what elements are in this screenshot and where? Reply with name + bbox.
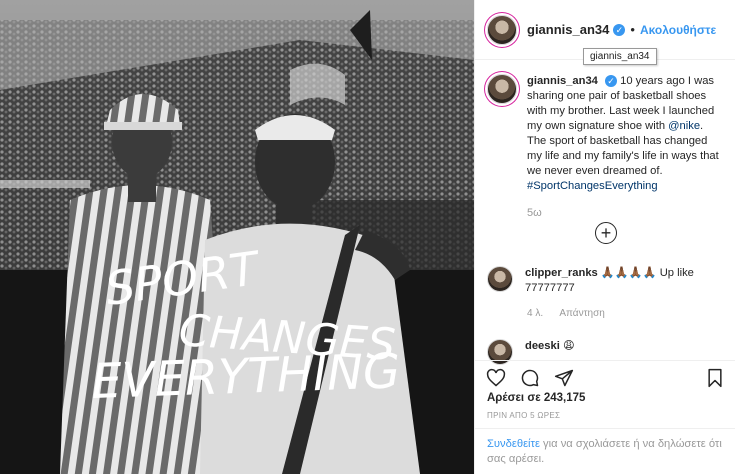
verified-badge-icon: ✓: [605, 75, 617, 87]
caption-mention-link[interactable]: @nike: [668, 120, 700, 132]
comment-text: 😩: [562, 340, 575, 352]
comment-username[interactable]: deeski: [525, 340, 560, 352]
post-photo[interactable]: SPORT CHANGES EVERYTHING: [0, 0, 474, 474]
follow-button[interactable]: Ακολουθήστε: [640, 23, 716, 37]
post-timestamp[interactable]: ΠΡΙΝ ΑΠΟ 5 ΩΡΕΣ: [487, 411, 560, 420]
login-prompt: Συνδεθείτε για να σχολιάσετε ή να δηλώσε…: [475, 428, 735, 474]
reply-button[interactable]: Απάντηση: [559, 308, 604, 319]
verified-badge-icon: ✓: [613, 23, 626, 36]
post-side-panel: giannis_an34 ✓ • Ακολουθήστε giannis_an3…: [474, 0, 735, 474]
login-link[interactable]: Συνδεθείτε: [487, 438, 540, 450]
comment-username[interactable]: clipper_ranks: [525, 267, 598, 279]
caption-avatar[interactable]: [487, 74, 517, 104]
comment-icon[interactable]: [519, 367, 541, 389]
heart-icon[interactable]: [485, 367, 507, 389]
comment-time[interactable]: 4 λ.: [527, 308, 543, 319]
caption-username[interactable]: giannis_an34: [527, 75, 598, 87]
post-actions-bar: [475, 360, 735, 394]
username-tooltip: giannis_an34: [583, 48, 657, 65]
author-avatar[interactable]: [487, 14, 517, 45]
caption-text: giannis_an34 ✓ 10 years ago I was sharin…: [527, 74, 723, 194]
comment-body: clipper_ranks 🙏🏾🙏🏾🙏🏾🙏🏾 Up like 77777777: [525, 266, 715, 296]
caption-time[interactable]: 5ω: [527, 207, 542, 219]
bookmark-icon[interactable]: [704, 367, 726, 389]
share-icon[interactable]: [553, 367, 575, 389]
separator-dot: •: [630, 22, 635, 37]
post-caption: giannis_an34 ✓ 10 years ago I was sharin…: [487, 74, 727, 194]
plus-circle-icon[interactable]: +: [595, 222, 617, 244]
photo-scene: [0, 0, 474, 474]
author-username[interactable]: giannis_an34: [527, 22, 609, 37]
commenter-avatar[interactable]: [487, 266, 513, 292]
comment-meta: 4 λ. Απάντηση: [527, 308, 619, 319]
likes-count[interactable]: Αρέσει σε 243,175: [487, 392, 585, 404]
comment-item: clipper_ranks 🙏🏾🙏🏾🙏🏾🙏🏾 Up like 77777777: [487, 266, 727, 296]
caption-hashtag-link[interactable]: #SportChangesEverything: [527, 180, 658, 192]
